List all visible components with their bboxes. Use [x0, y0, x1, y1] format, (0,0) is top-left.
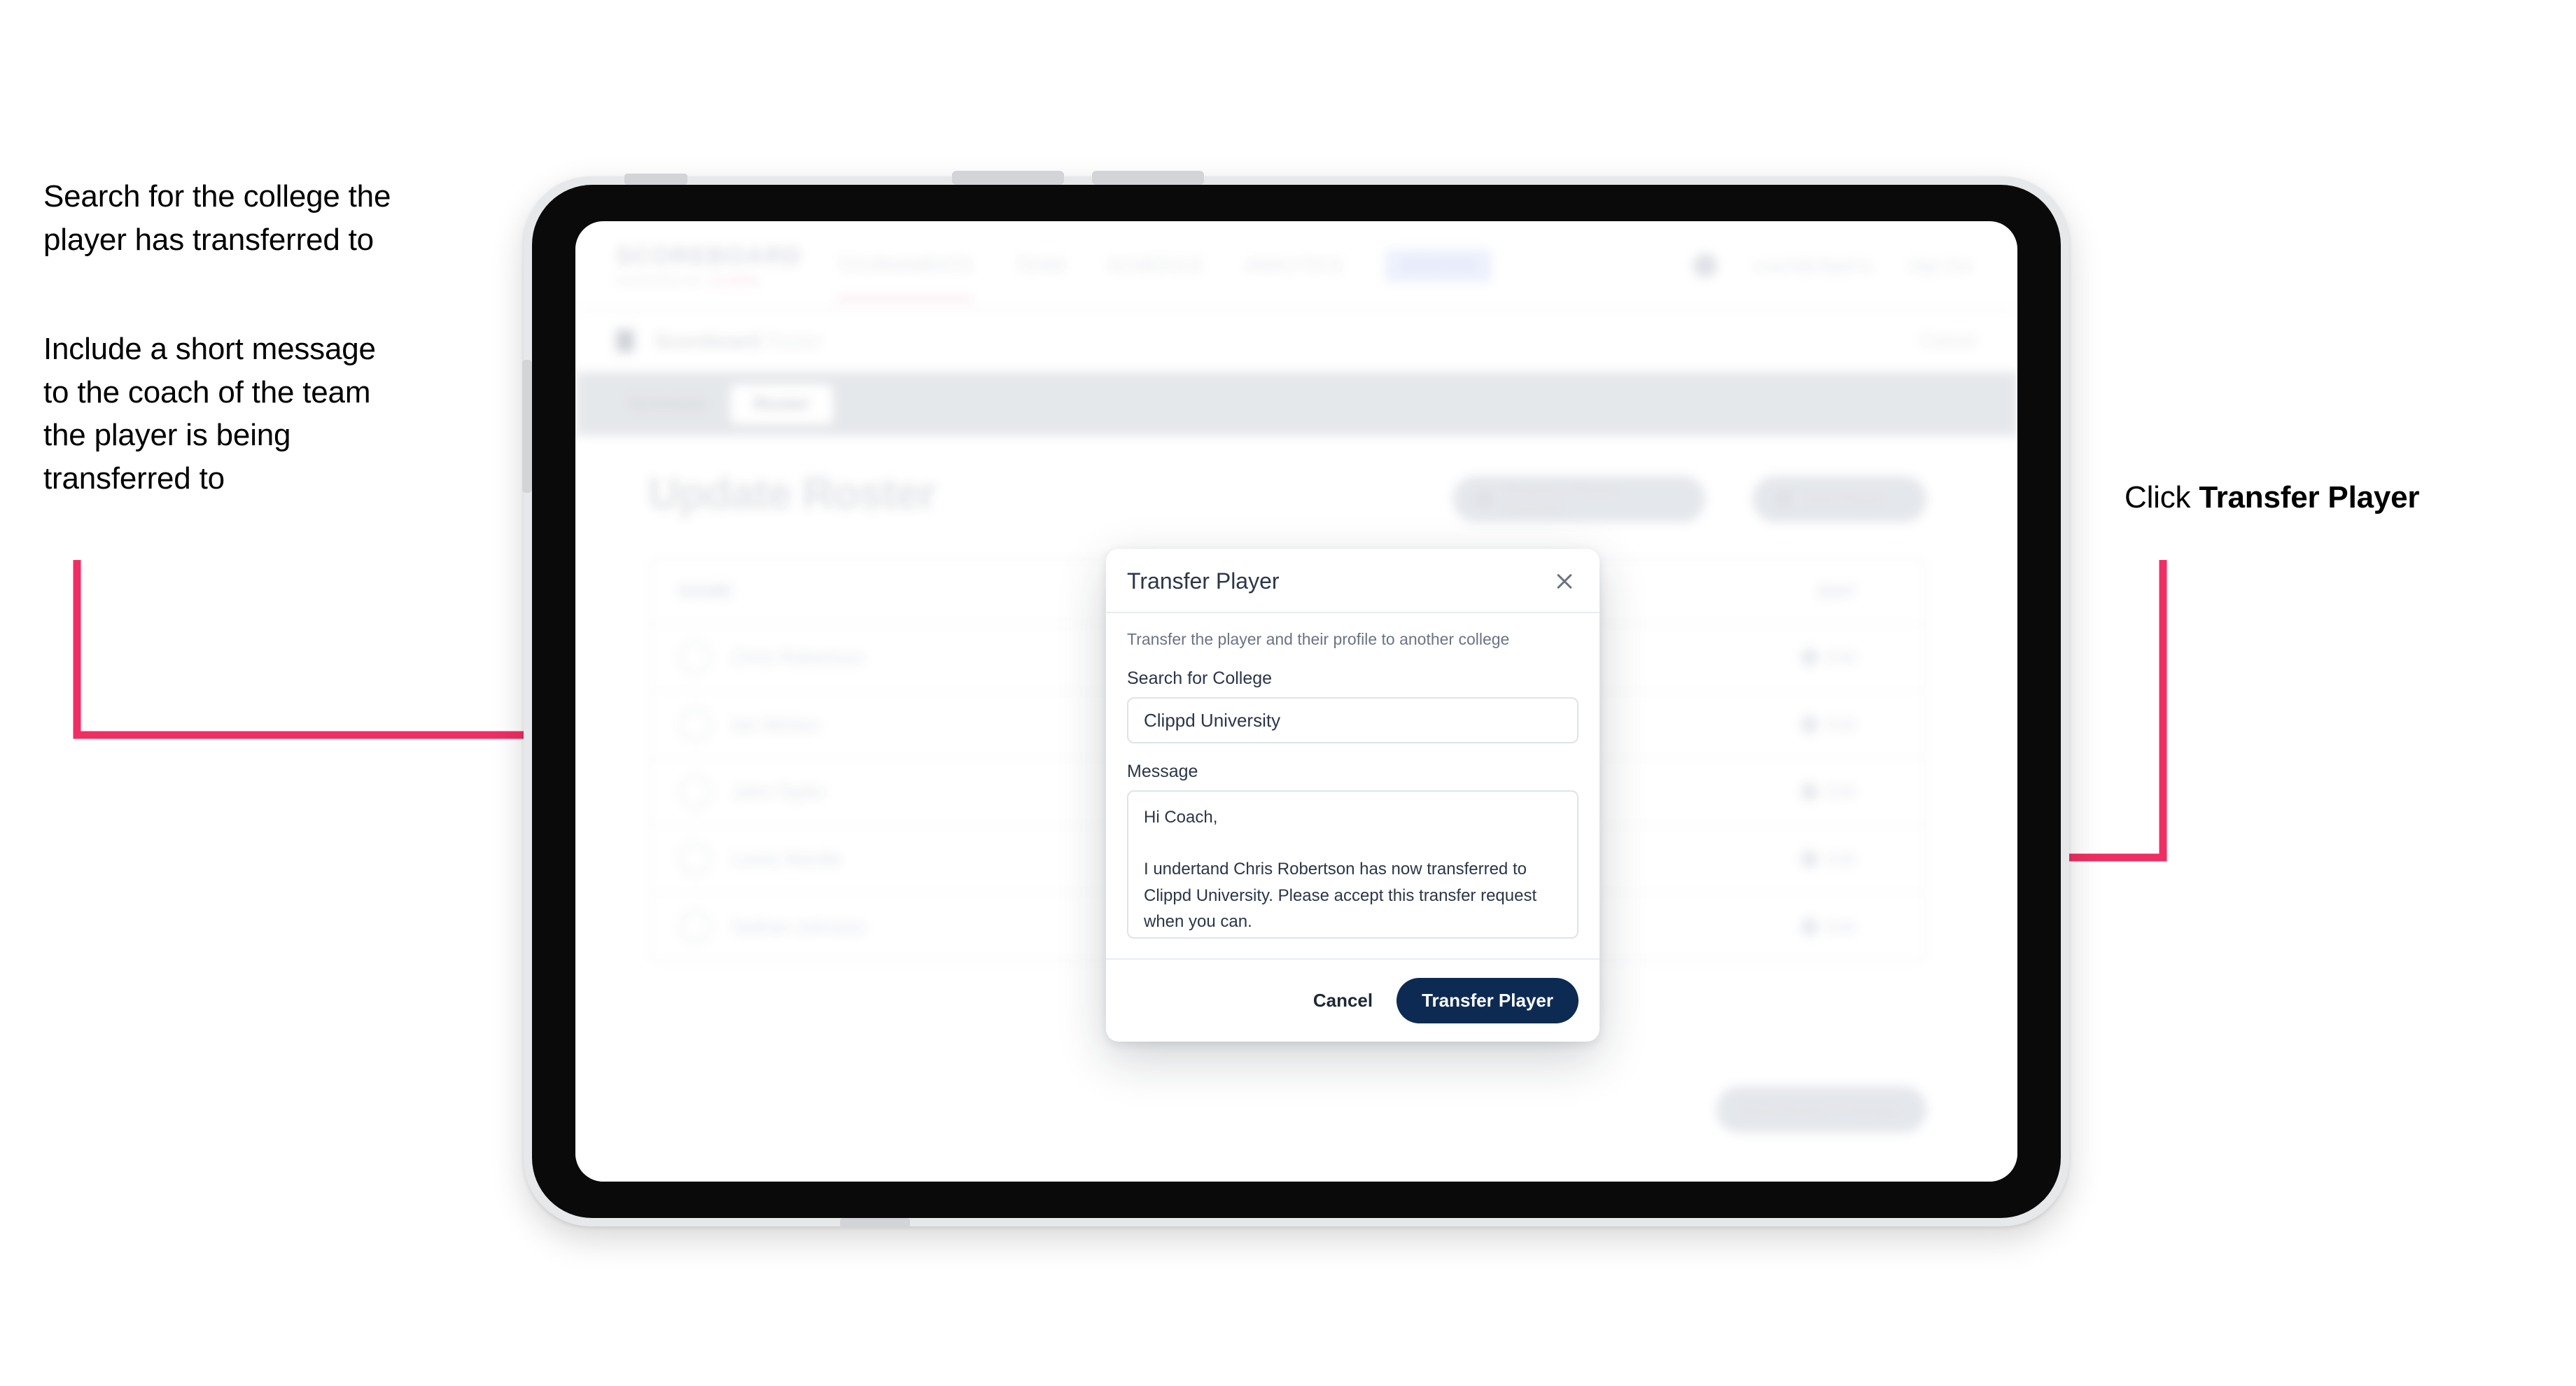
tablet-device-frame: SCOREBOARD POWERED BY CLIPPD TOURNAMENTS…: [522, 171, 2069, 1228]
college-field-label: Search for College: [1127, 668, 1273, 688]
tablet-bezel: SCOREBOARD POWERED BY CLIPPD TOURNAMENTS…: [522, 171, 2061, 1228]
side-button-icon: [522, 360, 532, 493]
volume-down-button-icon: [1092, 171, 1204, 185]
annotation-click-target: Transfer Player: [2199, 480, 2420, 514]
screenshot-canvas: Search for the college the player has tr…: [0, 0, 2576, 1386]
annotation-search-college: Search for the college the player has tr…: [43, 179, 391, 257]
dialog-title: Transfer Player: [1127, 568, 1280, 594]
dialog-header: Transfer Player: [1106, 549, 1600, 613]
dialog-footer: Cancel Transfer Player: [1106, 958, 1600, 1042]
cancel-button[interactable]: Cancel: [1313, 990, 1373, 1011]
transfer-player-button[interactable]: Transfer Player: [1396, 978, 1578, 1023]
message-field-group: Message Hi Coach, I undertand Chris Robe…: [1127, 762, 1578, 939]
dialog-description: Transfer the player and their profile to…: [1127, 630, 1510, 648]
annotation-include-message: Include a short message to the coach of …: [43, 332, 376, 496]
search-college-input[interactable]: [1127, 697, 1578, 743]
transfer-player-dialog: Transfer Player Transfer the player and …: [1106, 549, 1600, 1042]
connector-icon: [840, 1218, 910, 1228]
college-field-group: Search for College: [1127, 668, 1578, 743]
close-icon[interactable]: [1550, 567, 1578, 595]
annotation-click-prefix: Click: [2124, 480, 2199, 514]
annotation-click-transfer: Click Transfer Player: [2124, 476, 2558, 519]
message-textarea[interactable]: Hi Coach, I undertand Chris Robertson ha…: [1127, 790, 1578, 939]
volume-up-button-icon: [952, 171, 1064, 185]
dialog-body: Transfer the player and their profile to…: [1106, 613, 1600, 958]
tablet-screen: SCOREBOARD POWERED BY CLIPPD TOURNAMENTS…: [575, 221, 2017, 1182]
message-field-label: Message: [1127, 762, 1198, 781]
power-button-icon: [624, 174, 687, 185]
